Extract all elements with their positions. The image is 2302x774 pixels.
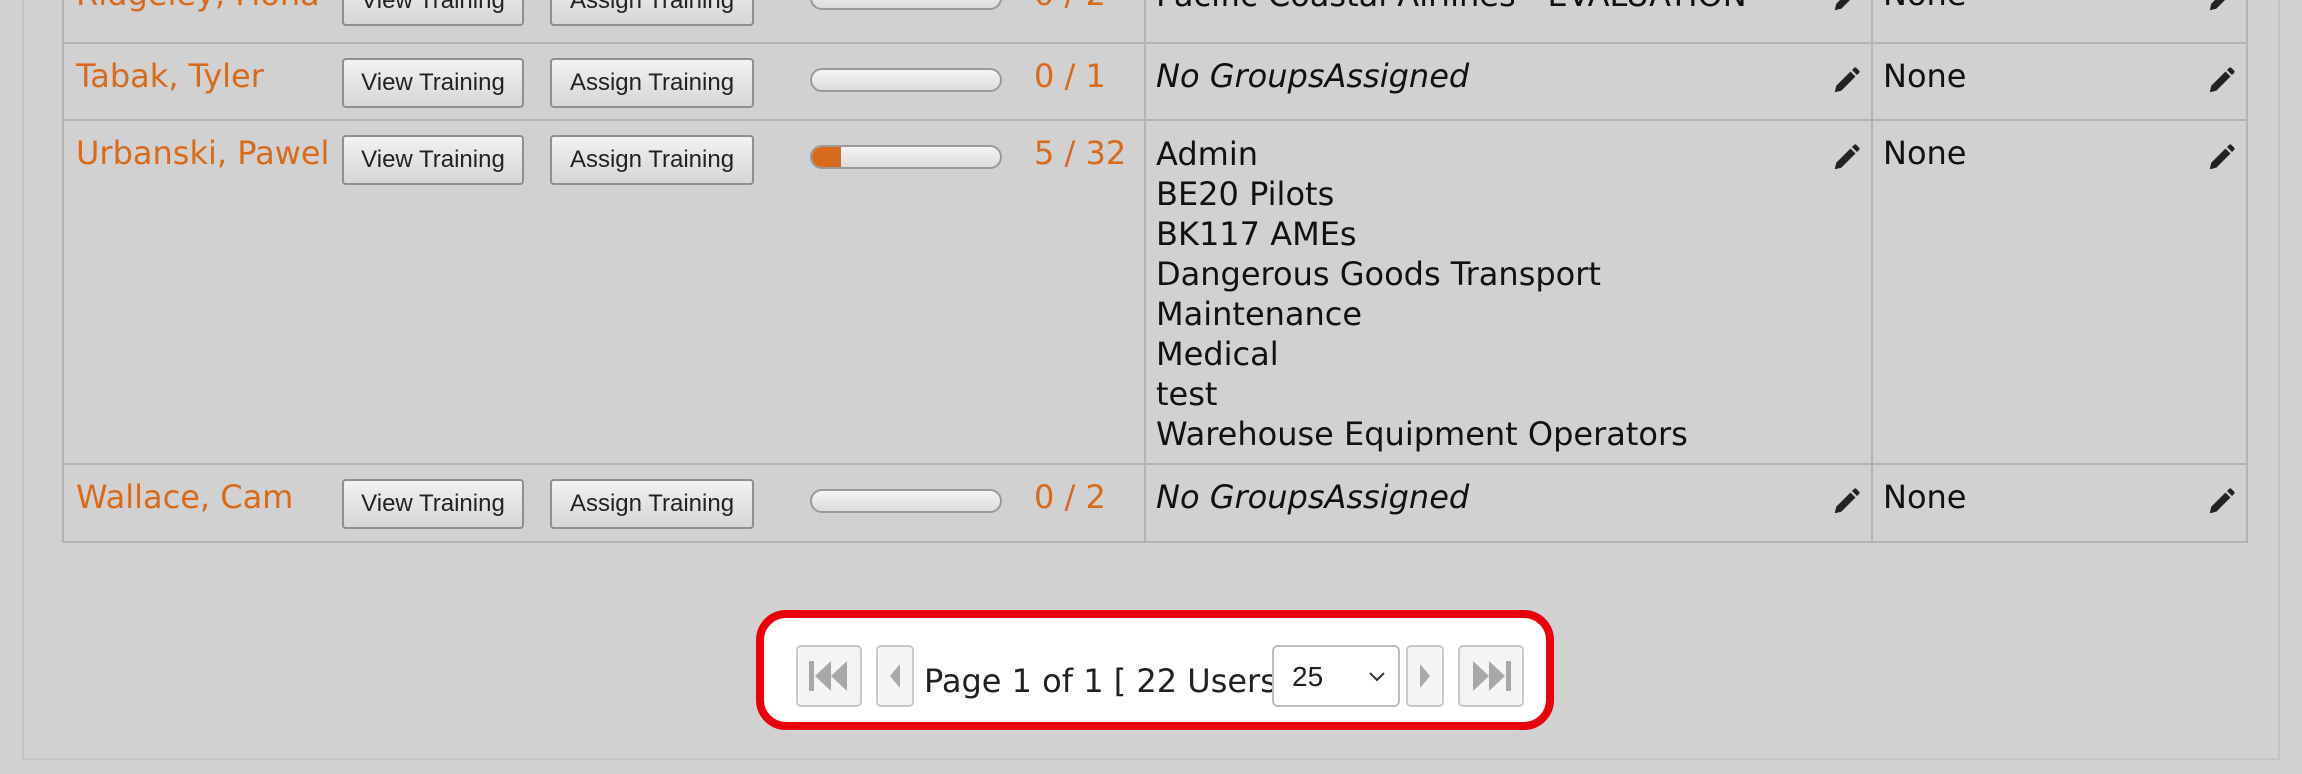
view-training-button[interactable]: View Training [342,479,524,529]
supervisor-value: None [1883,0,1966,13]
last-page-button[interactable] [1458,645,1524,707]
no-groups-text: No GroupsAssigned [1156,57,1470,95]
table-row: Tabak, Tyler View Training Assign Traini… [62,42,2248,121]
edit-supervisor-pencil-icon[interactable] [2206,66,2236,96]
training-progress-bar [810,0,1002,10]
page-info-text: Page 1 of 1 [ 22 Users ] [924,662,1300,700]
user-name-link[interactable]: Ridgeley, Fiona [76,0,320,13]
group-item: Admin [1156,135,1258,173]
pagination-bar: Page 1 of 1 [ 22 Users ] 25 [756,610,1554,730]
page-size-value: 25 [1292,661,1324,692]
no-groups-text: No GroupsAssigned [1156,478,1470,516]
training-count: 0 / 1 [1034,57,1106,95]
table-row: Wallace, Cam View Training Assign Traini… [62,463,2248,543]
user-name-link[interactable]: Urbanski, Pawel [76,134,329,172]
table-row: Ridgeley, Fiona View Training Assign Tra… [62,0,2248,44]
next-page-icon [1420,664,1430,688]
group-item: Medical [1156,335,1279,373]
edit-supervisor-pencil-icon[interactable] [2206,143,2236,173]
assign-training-button[interactable]: Assign Training [550,135,754,185]
first-page-icon [809,661,847,691]
view-training-button[interactable]: View Training [342,58,524,108]
group-item: test [1156,375,1218,413]
user-name-link[interactable]: Tabak, Tyler [76,57,264,95]
group-item: Dangerous Goods Transport [1156,255,1601,293]
supervisor-value: None [1883,478,1967,516]
assign-training-button[interactable]: Assign Training [550,479,754,529]
groups-list: Pacific Coastal Airlines - EVALUATION [1156,0,1747,15]
assign-training-button[interactable]: Assign Training [550,58,754,108]
group-item: BE20 Pilots [1156,175,1335,213]
last-page-icon [1473,661,1511,691]
next-page-button[interactable] [1406,645,1444,707]
prev-page-icon [890,664,900,688]
training-progress-bar [810,145,1002,169]
page-size-select[interactable]: 25 [1272,645,1400,707]
group-item: Warehouse Equipment Operators [1156,415,1688,453]
supervisor-value: None [1883,57,1967,95]
edit-supervisor-pencil-icon[interactable] [2206,0,2236,14]
first-page-button[interactable] [796,645,862,707]
table-row: Urbanski, Pawel View Training Assign Tra… [62,119,2248,465]
training-count: 0 / 2 [1034,478,1106,516]
group-item: Pacific Coastal Airlines - EVALUATION [1156,0,1747,15]
view-training-button[interactable]: View Training [342,135,524,185]
prev-page-button[interactable] [876,645,914,707]
assign-training-button[interactable]: Assign Training [550,0,754,26]
groups-list: Admin BE20 Pilots BK117 AMEs Dangerous Good… [1156,134,1688,454]
user-name-link[interactable]: Wallace, Cam [76,478,293,516]
edit-groups-pencil-icon[interactable] [1831,143,1861,173]
chevron-down-icon [1369,672,1385,682]
edit-groups-pencil-icon[interactable] [1831,487,1861,517]
training-count: 5 / 32 [1034,134,1127,172]
training-count: 0 / 2 [1034,0,1106,13]
edit-groups-pencil-icon[interactable] [1831,0,1861,14]
view-training-button[interactable]: View Training [342,0,524,26]
supervisor-value: None [1883,134,1967,172]
training-progress-bar [810,489,1002,513]
group-item: Maintenance [1156,295,1363,333]
edit-supervisor-pencil-icon[interactable] [2206,487,2236,517]
edit-groups-pencil-icon[interactable] [1831,66,1861,96]
training-progress-bar [810,68,1002,92]
group-item: BK117 AMEs [1156,215,1357,253]
users-table: Ridgeley, Fiona View Training Assign Tra… [62,0,2248,543]
